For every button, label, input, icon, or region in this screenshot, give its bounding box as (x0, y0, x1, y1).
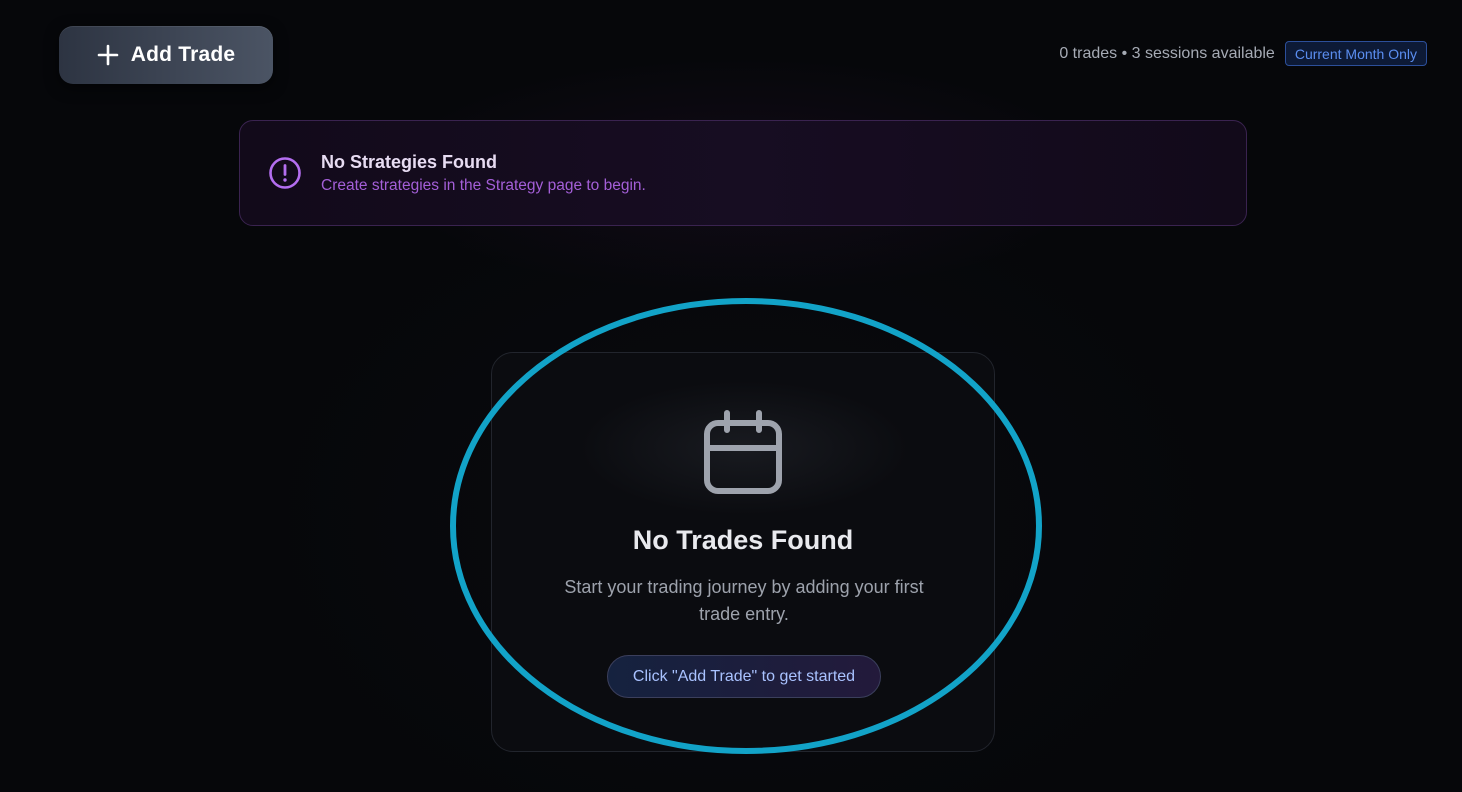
notice-text: No Strategies Found Create strategies in… (321, 152, 646, 195)
empty-state-title: No Trades Found (632, 525, 854, 555)
period-badge: Current Month Only (1284, 41, 1427, 66)
notice-subtitle: Create strategies in the Strategy page t… (321, 176, 646, 194)
add-trade-label: Add Trade (130, 43, 236, 66)
empty-state-description: Start your trading journey by adding you… (564, 577, 924, 624)
add-trade-button[interactable]: Add Trade (59, 26, 273, 84)
plus-icon (97, 44, 119, 66)
trade-summary: 0 trades • 3 sessions available Current … (1059, 41, 1427, 66)
no-strategies-notice: No Strategies Found Create strategies in… (239, 120, 1247, 226)
empty-state-card: No Trades Found Start your trading journ… (491, 352, 995, 752)
calendar-icon (704, 410, 782, 494)
notice-title: No Strategies Found (321, 151, 498, 172)
trades-page: Add Trade 0 trades • 3 sessions availabl… (0, 0, 1462, 792)
get-started-hint[interactable]: Click "Add Trade" to get started (607, 655, 881, 698)
alert-circle-icon (269, 157, 301, 189)
summary-text: 0 trades • 3 sessions available (1059, 44, 1275, 62)
